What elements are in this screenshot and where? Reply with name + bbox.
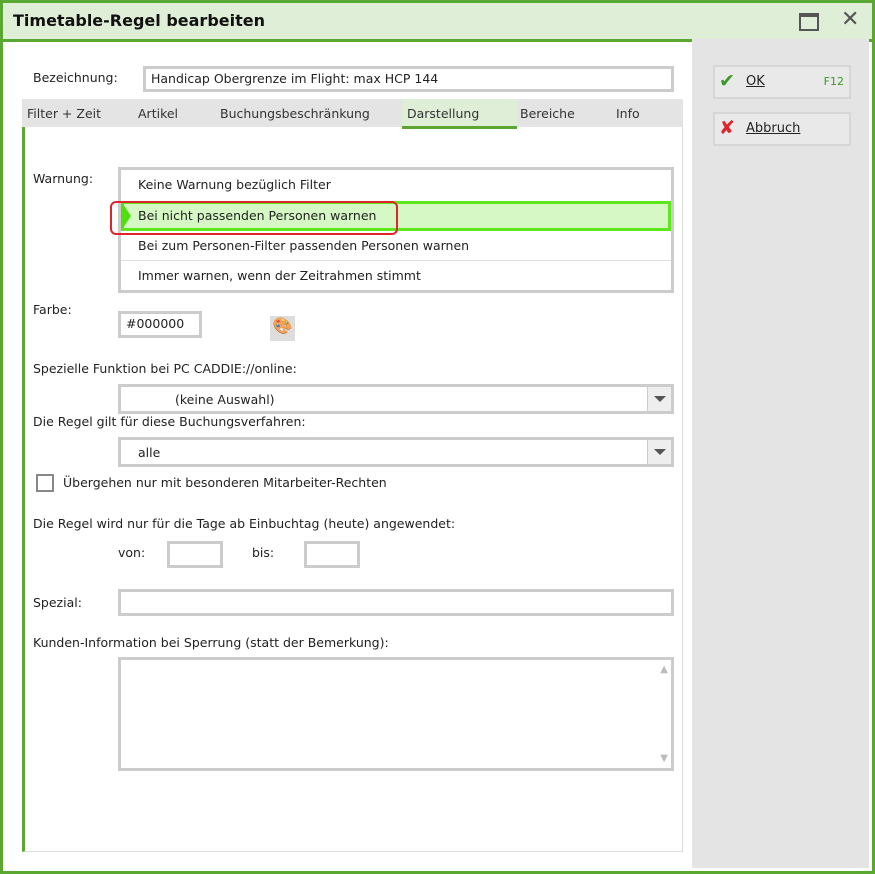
kunden-label: Kunden-Information bei Sperrung (statt d… <box>33 635 389 650</box>
maximize-icon[interactable] <box>799 13 819 31</box>
tab-artikel[interactable]: Artikel <box>138 106 178 121</box>
bis-label: bis: <box>252 545 275 560</box>
tab-info[interactable]: Info <box>616 106 640 121</box>
button-sidebar <box>692 39 869 868</box>
bis-input[interactable] <box>304 541 360 568</box>
check-icon: ✔ <box>719 70 735 92</box>
spezial-label: Spezial: <box>33 595 82 610</box>
online-value: (keine Auswahl) <box>175 392 275 407</box>
tab-filter-zeit[interactable]: Filter + Zeit <box>27 106 101 121</box>
cross-icon: ✘ <box>719 117 735 139</box>
farbe-label: Farbe: <box>33 302 72 317</box>
warnung-option[interactable]: Immer warnen, wenn der Zeitrahmen stimmt <box>121 261 671 291</box>
palette-icon[interactable]: 🎨 <box>270 316 295 341</box>
title-bar: Timetable-Regel bearbeiten ✕ <box>3 3 872 42</box>
von-label: von: <box>118 545 146 560</box>
scroll-up-icon[interactable]: ▲ <box>660 664 668 675</box>
highlight-annotation <box>110 201 398 235</box>
window-title: Timetable-Regel bearbeiten <box>13 11 265 30</box>
warnung-label: Warnung: <box>33 171 94 186</box>
kunden-textarea[interactable]: ▲ ▼ <box>118 657 674 771</box>
ok-label: OK <box>746 74 765 89</box>
ok-button[interactable]: ✔ OK F12 <box>713 65 851 99</box>
cancel-label: Abbruch <box>746 121 801 136</box>
tab-darstellung[interactable]: Darstellung <box>407 106 479 121</box>
cancel-button[interactable]: ✘ Abbruch <box>713 112 851 146</box>
verfahren-select[interactable]: alle <box>118 437 674 467</box>
spezial-input[interactable] <box>118 589 674 616</box>
warnung-option[interactable]: Keine Warnung bezüglich Filter <box>121 170 671 200</box>
farbe-input[interactable]: #000000 <box>118 311 202 338</box>
verfahren-value: alle <box>138 445 161 460</box>
warnung-option[interactable]: Bei zum Personen-Filter passenden Person… <box>121 231 671 261</box>
von-input[interactable] <box>167 541 223 568</box>
close-icon[interactable]: ✕ <box>841 7 859 32</box>
rights-checkbox[interactable] <box>36 474 54 492</box>
tage-label: Die Regel wird nur für die Tage ab Einbu… <box>33 516 456 531</box>
ok-shortcut: F12 <box>823 75 844 88</box>
scroll-down-icon[interactable]: ▼ <box>660 753 668 764</box>
tab-bar: Filter + Zeit Artikel Buchungsbeschränku… <box>22 99 683 129</box>
bezeichnung-label: Bezeichnung: <box>33 70 118 85</box>
verfahren-label: Die Regel gilt für diese Buchungsverfahr… <box>33 414 306 429</box>
online-label: Spezielle Funktion bei PC CADDIE://onlin… <box>33 361 297 376</box>
bezeichnung-input[interactable]: Handicap Obergrenze im Flight: max HCP 1… <box>143 66 674 92</box>
tab-buchungsbeschraenkung[interactable]: Buchungsbeschränkung <box>220 106 370 121</box>
rights-checkbox-label: Übergehen nur mit besonderen Mitarbeiter… <box>63 475 387 490</box>
chevron-down-icon[interactable] <box>647 387 671 411</box>
chevron-down-icon[interactable] <box>647 440 671 464</box>
tab-bereiche[interactable]: Bereiche <box>520 106 575 121</box>
online-select[interactable]: (keine Auswahl) <box>118 384 674 414</box>
